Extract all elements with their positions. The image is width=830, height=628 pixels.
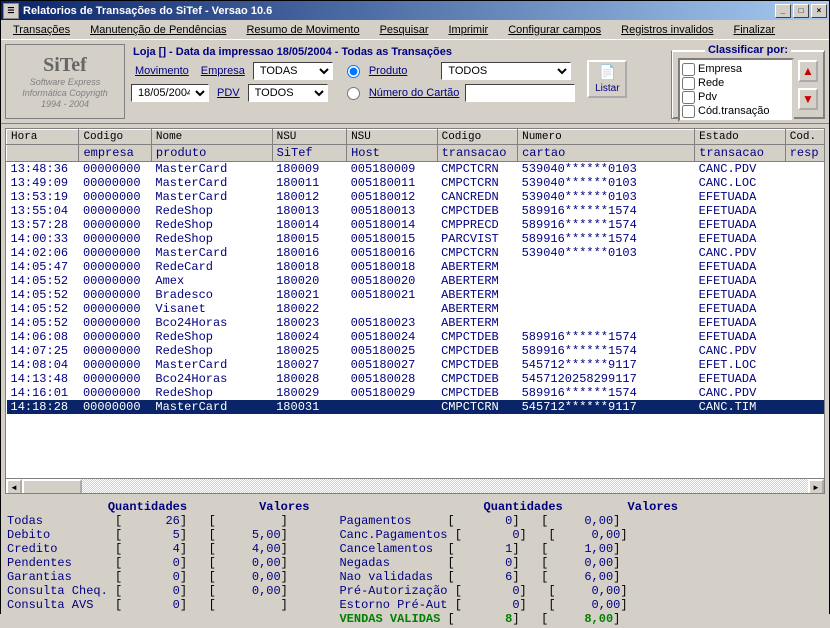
minimize-button[interactable]: _	[775, 4, 791, 18]
title-text: Relatorios de Transações do SiTef - Vers…	[23, 5, 773, 17]
header-panel: SiTef Software Express Informática Copyr…	[1, 40, 829, 124]
classify-list[interactable]: Empresa Rede Pdv Cód.transação	[678, 58, 794, 122]
col-subheader: empresa	[79, 145, 151, 162]
col-subheader	[7, 145, 79, 162]
filter-panel: Loja [] - Data da impressao 18/05/2004 -…	[129, 44, 667, 119]
menu-manutencao[interactable]: Manutenção de Pendências	[80, 22, 236, 38]
menu-finalizar[interactable]: Finalizar	[723, 22, 785, 38]
label-produto: Produto	[367, 65, 410, 77]
table-row[interactable]: 13:49:0900000000MasterCard18001100518001…	[7, 176, 825, 190]
table-row[interactable]: 14:02:0600000000MasterCard18001600518001…	[7, 246, 825, 260]
table-row[interactable]: 14:13:4800000000Bco24Horas18002800518002…	[7, 372, 825, 386]
table-row[interactable]: 14:06:0800000000RedeShop180024005180024C…	[7, 330, 825, 344]
movimento-select[interactable]: 18/05/2004	[131, 84, 209, 102]
listar-button[interactable]: 📄 Listar	[587, 60, 627, 98]
numcartao-input[interactable]	[465, 84, 575, 102]
table-row[interactable]: 14:16:0100000000RedeShop180029005180029C…	[7, 386, 825, 400]
col-header[interactable]: Nome	[151, 130, 272, 145]
col-subheader: Host	[347, 145, 438, 162]
col-subheader: resp	[785, 145, 824, 162]
chk-rede[interactable]	[682, 77, 695, 90]
table-row[interactable]: 14:05:5200000000Bradesco180021005180021A…	[7, 288, 825, 302]
menu-resumo[interactable]: Resumo de Movimento	[236, 22, 369, 38]
logo-brand: SiTef	[43, 53, 87, 77]
loja-heading: Loja [] - Data da impressao 18/05/2004 -…	[129, 44, 667, 60]
menubar: Transações Manutenção de Pendências Resu…	[1, 20, 829, 40]
data-grid[interactable]: HoraCodigoNomeNSUNSUCodigoNumeroEstadoCo…	[5, 128, 825, 494]
table-row[interactable]: 14:07:2500000000RedeShop180025005180025C…	[7, 344, 825, 358]
col-header[interactable]: NSU	[347, 130, 438, 145]
menu-imprimir[interactable]: Imprimir	[438, 22, 498, 38]
table-row[interactable]: 13:55:0400000000RedeShop180013005180013C…	[7, 204, 825, 218]
classify-panel: Classificar por: Empresa Rede Pdv Cód.tr…	[671, 44, 825, 119]
col-subheader: transacao	[695, 145, 786, 162]
col-header[interactable]: Codigo	[437, 130, 517, 145]
col-header[interactable]: Numero	[518, 130, 695, 145]
menu-transacoes[interactable]: Transações	[3, 22, 80, 38]
chk-pdv[interactable]	[682, 91, 695, 104]
empresa-select[interactable]: TODAS	[253, 62, 333, 80]
col-subheader: SiTef	[272, 145, 346, 162]
table-row[interactable]: 14:05:5200000000Amex180020005180020ABERT…	[7, 274, 825, 288]
table-row[interactable]: 14:00:3300000000RedeShop180015005180015P…	[7, 232, 825, 246]
close-button[interactable]: ×	[811, 4, 827, 18]
col-header[interactable]: Codigo	[79, 130, 151, 145]
table-row[interactable]: 13:53:1900000000MasterCard18001200518001…	[7, 190, 825, 204]
titlebar: ☰ Relatorios de Transações do SiTef - Ve…	[1, 1, 829, 20]
col-header[interactable]: NSU	[272, 130, 346, 145]
scroll-left-button[interactable]: ◄	[6, 479, 22, 494]
menu-registros[interactable]: Registros invalidos	[611, 22, 723, 38]
scroll-right-button[interactable]: ►	[808, 479, 824, 494]
menu-configurar[interactable]: Configurar campos	[498, 22, 611, 38]
classify-legend: Classificar por:	[705, 44, 791, 56]
table-row[interactable]: 14:05:5200000000Bco24Horas18002300518002…	[7, 316, 825, 330]
radio-produto[interactable]	[347, 65, 360, 78]
menu-pesquisar[interactable]: Pesquisar	[370, 22, 439, 38]
label-movimento: Movimento	[131, 65, 193, 77]
table-row[interactable]: 13:48:3600000000MasterCard18000900518000…	[7, 162, 825, 177]
app-icon: ☰	[3, 3, 19, 19]
col-header[interactable]: Hora	[7, 130, 79, 145]
col-subheader: transacao	[437, 145, 517, 162]
label-empresa: Empresa	[197, 65, 249, 77]
col-header[interactable]: Cod.	[785, 130, 824, 145]
table-row[interactable]: 14:18:2800000000MasterCard180031CMPCTCRN…	[7, 400, 825, 414]
chk-empresa[interactable]	[682, 63, 695, 76]
sort-up-button[interactable]: ▲	[798, 60, 818, 82]
produto-select[interactable]: TODOS	[441, 62, 571, 80]
sort-down-button[interactable]: ▼	[798, 88, 818, 110]
col-subheader: cartao	[518, 145, 695, 162]
table-row[interactable]: 14:08:0400000000MasterCard18002700518002…	[7, 358, 825, 372]
horizontal-scrollbar[interactable]: ◄ ►	[6, 478, 824, 494]
label-pdv: PDV	[213, 87, 244, 99]
table-row[interactable]: 13:57:2800000000RedeShop180014005180014C…	[7, 218, 825, 232]
col-header[interactable]: Estado	[695, 130, 786, 145]
radio-numcartao[interactable]	[347, 87, 360, 100]
summary-footer: Quantidades Valores Todas [ 26] [ ] Debi…	[1, 498, 829, 628]
list-icon: 📄	[599, 64, 616, 81]
logo: SiTef Software Express Informática Copyr…	[5, 44, 125, 119]
scroll-thumb[interactable]	[22, 479, 82, 494]
maximize-button[interactable]: □	[793, 4, 809, 18]
pdv-select[interactable]: TODOS	[248, 84, 328, 102]
col-subheader: produto	[151, 145, 272, 162]
table-row[interactable]: 14:05:5200000000Visanet180022ABERTERMEFE…	[7, 302, 825, 316]
table-row[interactable]: 14:05:4700000000RedeCard180018005180018A…	[7, 260, 825, 274]
chk-codtx[interactable]	[682, 105, 695, 118]
label-numcartao: Número do Cartão	[367, 87, 462, 99]
